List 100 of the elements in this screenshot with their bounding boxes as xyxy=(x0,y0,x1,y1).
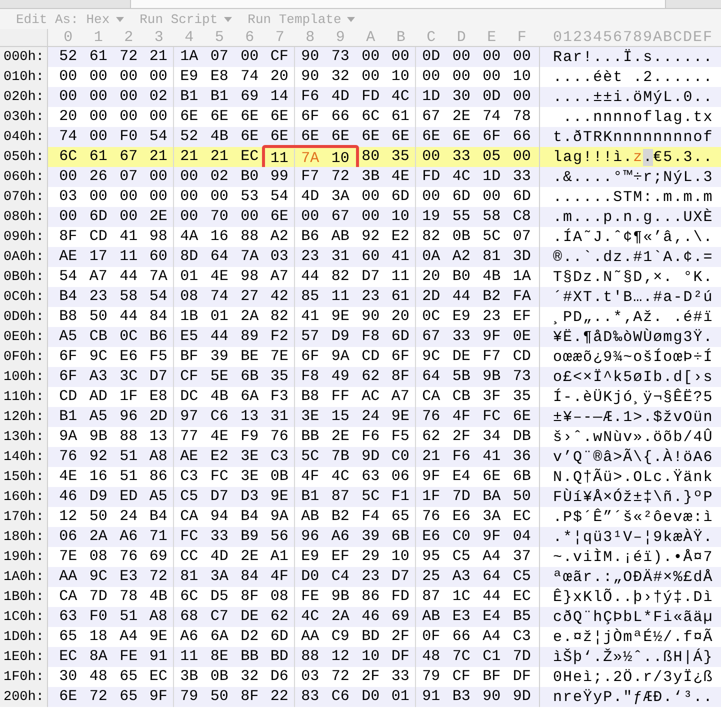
byte-cell[interactable]: 6E xyxy=(446,127,476,147)
byte-cell[interactable]: C7 xyxy=(204,607,234,627)
byte-cell[interactable]: 62 xyxy=(264,607,295,627)
byte-cell[interactable]: 4F xyxy=(264,567,295,587)
byte-cell[interactable]: B0 xyxy=(234,167,265,187)
byte-cell[interactable]: 92 xyxy=(83,447,114,467)
byte-cell[interactable]: 74 xyxy=(204,287,234,307)
byte-cell[interactable]: D7 xyxy=(204,487,234,507)
byte-cell[interactable]: 5C xyxy=(476,227,507,247)
byte-cell[interactable]: 9C xyxy=(83,347,114,367)
byte-cell[interactable]: 6F xyxy=(476,127,507,147)
byte-cell[interactable]: 72 xyxy=(144,567,174,587)
byte-cell[interactable]: F6 xyxy=(356,427,386,447)
byte-cell[interactable]: 2E xyxy=(446,107,476,127)
byte-cell[interactable]: 68 xyxy=(174,607,204,627)
byte-cell[interactable]: 13 xyxy=(234,407,265,427)
byte-cell[interactable]: 3C xyxy=(114,367,144,387)
byte-cell[interactable]: 0B xyxy=(204,667,234,687)
byte-cell[interactable]: 87 xyxy=(325,487,356,507)
byte-cell[interactable]: 61 xyxy=(386,287,416,307)
byte-cell[interactable]: E3 xyxy=(114,567,144,587)
byte-cell[interactable]: 54 xyxy=(144,287,174,307)
byte-cell[interactable]: 65 xyxy=(53,627,84,647)
byte-cell[interactable]: 56 xyxy=(264,527,295,547)
byte-cell[interactable]: C8 xyxy=(506,207,537,227)
byte-cell[interactable]: 4E xyxy=(204,267,234,287)
byte-cell[interactable]: 4E xyxy=(204,427,234,447)
byte-cell[interactable]: 44 xyxy=(295,267,326,287)
byte-cell[interactable]: FF xyxy=(325,387,356,407)
byte-cell[interactable]: 79 xyxy=(174,687,204,707)
byte-cell[interactable]: CF xyxy=(174,367,204,387)
byte-cell[interactable]: 84 xyxy=(234,567,265,587)
byte-cell[interactable]: A5 xyxy=(53,327,84,347)
byte-cell[interactable]: 00 xyxy=(356,207,386,227)
byte-cell[interactable]: 6E xyxy=(174,107,204,127)
byte-cell[interactable]: 01 xyxy=(174,267,204,287)
byte-cell[interactable]: 4F xyxy=(446,407,476,427)
byte-cell[interactable]: 9E xyxy=(386,407,416,427)
byte-cell[interactable]: 65 xyxy=(114,687,144,707)
byte-cell[interactable]: 2E xyxy=(325,427,356,447)
byte-cell[interactable]: 54 xyxy=(53,267,84,287)
byte-cell[interactable]: 6F xyxy=(295,107,326,127)
byte-cell[interactable]: 00 xyxy=(144,167,174,187)
byte-cell[interactable]: 12 xyxy=(325,647,356,667)
byte-cell[interactable]: 5B xyxy=(446,367,476,387)
byte-cell[interactable]: A7 xyxy=(83,267,114,287)
byte-cell[interactable]: 00 xyxy=(114,87,144,107)
byte-cell[interactable]: 00 xyxy=(476,47,507,67)
byte-cell[interactable]: A8 xyxy=(144,607,174,627)
byte-cell[interactable]: AE xyxy=(174,447,204,467)
byte-cell[interactable]: C0 xyxy=(446,527,476,547)
byte-cell[interactable]: DE xyxy=(234,607,265,627)
byte-cell[interactable]: 91 xyxy=(144,647,174,667)
byte-cell[interactable]: 33 xyxy=(446,147,476,167)
byte-cell[interactable]: F9 xyxy=(234,427,265,447)
byte-cell[interactable]: F0 xyxy=(114,127,144,147)
byte-cell[interactable]: E6 xyxy=(416,527,446,547)
byte-cell[interactable]: 5C xyxy=(356,487,386,507)
byte-cell[interactable]: BB xyxy=(234,647,265,667)
byte-cell[interactable]: 00 xyxy=(53,87,84,107)
byte-cell[interactable]: 82 xyxy=(325,267,356,287)
byte-cell[interactable]: 34 xyxy=(476,427,507,447)
byte-cell[interactable]: 95 xyxy=(416,547,446,567)
byte-cell[interactable]: 0E xyxy=(506,327,537,347)
byte-cell[interactable]: 4E xyxy=(53,467,84,487)
byte-cell[interactable]: 4D xyxy=(295,187,326,207)
byte-cell[interactable]: 00 xyxy=(476,187,507,207)
byte-cell[interactable]: 6E xyxy=(506,407,537,427)
byte-cell[interactable]: 00 xyxy=(506,87,537,107)
byte-cell[interactable]: 32 xyxy=(325,67,356,87)
byte-cell[interactable]: C5 xyxy=(506,567,537,587)
byte-cell[interactable]: 17 xyxy=(83,247,114,267)
byte-cell[interactable]: 7D xyxy=(506,647,537,667)
byte-cell[interactable]: 89 xyxy=(234,327,265,347)
byte-cell[interactable]: 9D xyxy=(356,447,386,467)
byte-cell[interactable]: C9 xyxy=(325,627,356,647)
byte-cell[interactable]: E8 xyxy=(204,67,234,87)
byte-cell[interactable]: 31 xyxy=(325,247,356,267)
byte-cell[interactable]: 1F xyxy=(114,387,144,407)
byte-cell[interactable]: 31 xyxy=(264,407,295,427)
byte-cell[interactable]: 6A xyxy=(234,387,265,407)
byte-cell[interactable]: 6B xyxy=(234,367,265,387)
byte-cell[interactable]: 00 xyxy=(295,207,326,227)
byte-cell[interactable]: D7 xyxy=(386,567,416,587)
byte-cell[interactable]: A5 xyxy=(144,487,174,507)
byte-cell[interactable]: EF xyxy=(325,547,356,567)
byte-cell[interactable]: 50 xyxy=(204,687,234,707)
byte-cell[interactable]: CA xyxy=(416,387,446,407)
byte-cell[interactable]: 14 xyxy=(264,87,295,107)
byte-cell[interactable]: 03 xyxy=(295,667,326,687)
byte-cell[interactable]: 29 xyxy=(356,547,386,567)
byte-cell[interactable]: 4E xyxy=(386,167,416,187)
byte-cell[interactable]: B1 xyxy=(174,87,204,107)
byte-cell[interactable]: E6 xyxy=(114,347,144,367)
byte-cell[interactable]: C1 xyxy=(476,647,507,667)
byte-cell[interactable]: 3A xyxy=(476,507,507,527)
byte-cell[interactable]: 25 xyxy=(416,567,446,587)
byte-cell[interactable]: 00 xyxy=(204,187,234,207)
byte-cell[interactable]: 52 xyxy=(174,127,204,147)
byte-cell[interactable]: 00 xyxy=(83,87,114,107)
